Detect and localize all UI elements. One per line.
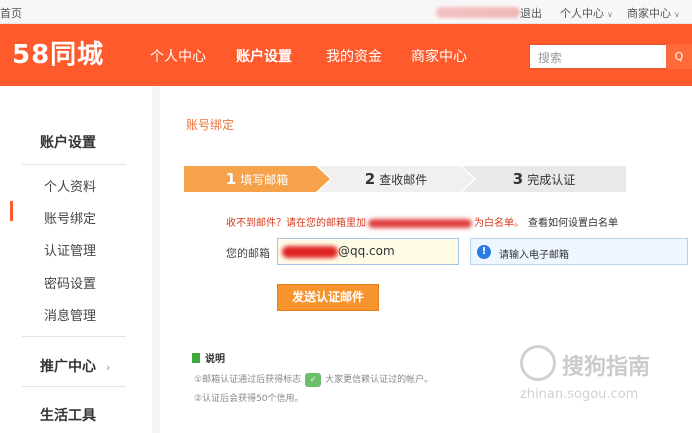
note-1: ①邮箱认证通过后获得标志 ✓ 大家更信赖认证过的帐户。: [194, 372, 433, 387]
sidebar: 账户设置 个人资料 账号绑定 认证管理 密码设置 消息管理 推广中心 › 生活工具: [0, 86, 152, 433]
email-field[interactable]: @qq.com: [277, 238, 459, 265]
nav-merchant-center[interactable]: 商家中心: [411, 46, 467, 66]
merchant-center-label: 商家中心: [627, 7, 671, 20]
sidebar-item-profile[interactable]: 个人资料: [44, 176, 96, 195]
site-header: 58同城 个人中心 账户设置 我的资金 商家中心 搜索 Q: [0, 24, 692, 86]
merchant-center-dropdown[interactable]: 商家中心 ∨: [627, 5, 680, 21]
sidebar-item-messages[interactable]: 消息管理: [44, 305, 96, 324]
sidebar-item-account-binding[interactable]: 账号绑定: [44, 208, 96, 227]
step-1: 1 填写邮箱: [184, 166, 330, 192]
send-verification-button[interactable]: 发送认证邮件: [277, 284, 379, 311]
notice-suffix: 为白名单。: [474, 218, 524, 229]
personal-center-label: 个人中心: [560, 7, 604, 20]
flag-icon: [192, 353, 200, 363]
search-button[interactable]: Q: [666, 44, 692, 69]
blurred-username: [436, 7, 520, 18]
step-number: 1: [225, 170, 237, 188]
step-3: 3 完成认证: [462, 166, 626, 192]
whitelist-help-link[interactable]: 查看如何设置白名单: [528, 218, 618, 229]
step-2: 2 查收邮件: [318, 166, 474, 192]
personal-center-dropdown[interactable]: 个人中心 ∨: [560, 5, 613, 21]
home-link[interactable]: 首页: [0, 5, 22, 21]
step-number: 2: [364, 170, 376, 188]
sidebar-life-tools[interactable]: 生活工具: [40, 405, 96, 425]
section-title: 账号绑定: [186, 118, 235, 132]
verified-badge-icon: ✓: [305, 372, 322, 387]
sidebar-divider: [22, 164, 126, 165]
sidebar-item-password[interactable]: 密码设置: [44, 273, 96, 292]
search-icon: Q: [674, 50, 684, 63]
chevron-down-icon: ∨: [607, 10, 613, 19]
email-domain: @qq.com: [338, 244, 395, 258]
email-tip: ! 请输入电子邮箱: [470, 238, 688, 265]
whitelist-notice: 收不到邮件？请在您的邮箱里加 为白名单。 查看如何设置白名单: [226, 214, 618, 229]
blurred-email-user: [282, 245, 338, 258]
step-label: 完成认证: [527, 173, 576, 187]
sidebar-title-account-settings: 账户设置: [40, 135, 96, 151]
note-1-suffix: 大家更信赖认证过的帐户。: [325, 375, 434, 385]
sidebar-promo-label: 推广中心: [40, 359, 96, 375]
step-number: 3: [512, 170, 524, 188]
nav-account-settings[interactable]: 账户设置: [236, 46, 292, 66]
site-logo[interactable]: 58同城: [12, 34, 104, 71]
chevron-down-icon: ∨: [674, 10, 680, 19]
top-utility-bar: 首页 退出 个人中心 ∨ 商家中心 ∨: [0, 0, 692, 24]
watermark-logo-icon: [520, 345, 556, 381]
chevron-right-icon: ›: [106, 361, 111, 374]
sidebar-active-indicator: [10, 201, 13, 221]
sidebar-promo-center[interactable]: 推广中心 ›: [40, 356, 110, 376]
watermark-text: 搜狗指南: [562, 355, 651, 380]
logout-link[interactable]: 退出: [520, 5, 542, 21]
note-1-prefix: ①邮箱认证通过后获得标志: [194, 375, 302, 385]
notes-title: 说明: [192, 350, 225, 365]
search-input[interactable]: 搜索: [529, 44, 667, 69]
email-label: 您的邮箱: [226, 247, 270, 260]
info-icon: !: [477, 245, 491, 259]
sidebar-divider: [22, 386, 126, 387]
progress-steps: 1 填写邮箱 2 查收邮件 3 完成认证: [184, 166, 626, 192]
blurred-sender-address: [368, 218, 472, 228]
notes-title-text: 说明: [205, 354, 225, 365]
notice-prefix: 收不到邮件？请在您的邮箱里加: [226, 218, 366, 229]
sidebar-divider: [22, 336, 126, 337]
nav-personal-center[interactable]: 个人中心: [150, 46, 206, 66]
tip-text: 请输入电子邮箱: [499, 250, 569, 261]
sidebar-item-verification[interactable]: 认证管理: [44, 240, 96, 259]
nav-my-funds[interactable]: 我的资金: [326, 46, 382, 66]
watermark-url: zhinan.sogou.com: [520, 387, 639, 402]
step-label: 填写邮箱: [240, 173, 289, 187]
note-2: ②认证后会获得50个信用。: [194, 394, 304, 404]
step-label: 查收邮件: [379, 173, 428, 187]
